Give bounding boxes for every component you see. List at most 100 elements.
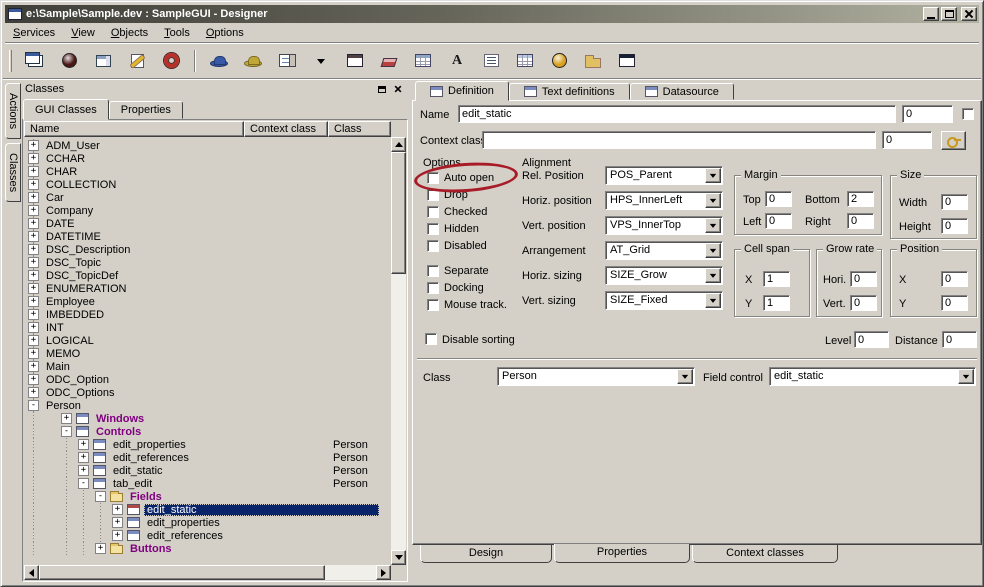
horiz-position-dropdown[interactable]: HPS_InnerLeft xyxy=(605,191,723,210)
tree-item-label[interactable]: ODC_Options xyxy=(43,387,117,399)
tree-row-employee[interactable]: + Employee xyxy=(24,295,391,308)
tree-item-label[interactable]: ENUMERATION xyxy=(43,283,129,295)
mouse-track-checkbox[interactable] xyxy=(427,299,439,311)
tree-row-fields[interactable]: -Fields xyxy=(24,490,391,503)
tree-expander[interactable]: + xyxy=(28,140,39,151)
vert-position-dropdown[interactable]: VPS_InnerTop xyxy=(605,216,723,235)
position-y-input[interactable] xyxy=(941,295,968,311)
tree-expander[interactable]: - xyxy=(28,400,39,411)
size-width-input[interactable] xyxy=(941,194,968,210)
disabled-checkbox[interactable] xyxy=(427,240,439,252)
tree-item-label[interactable]: tab_edit xyxy=(110,478,155,490)
tree-row-date[interactable]: +DATE xyxy=(24,217,391,230)
rel-position-dropdown[interactable]: POS_Parent xyxy=(605,166,723,185)
menu-item-tools[interactable]: Tools xyxy=(156,25,198,41)
dropdown-button[interactable] xyxy=(705,243,721,258)
level-input[interactable] xyxy=(854,331,889,348)
window-frame-button[interactable] xyxy=(614,48,640,74)
menu-item-services[interactable]: Services xyxy=(5,25,63,41)
tree-item-label[interactable]: DSC_Topic xyxy=(43,257,104,269)
vertical-scrollbar[interactable] xyxy=(391,137,406,565)
tree-expander[interactable]: + xyxy=(78,439,89,450)
horiz-sizing-dropdown[interactable]: SIZE_Grow xyxy=(605,266,723,285)
class-dropdown[interactable]: Person xyxy=(497,367,695,386)
grow-rate-horizontal-input[interactable] xyxy=(850,271,877,287)
dialog-window-button[interactable] xyxy=(342,48,368,74)
panel-close-button[interactable] xyxy=(390,83,405,96)
close-button[interactable] xyxy=(961,7,977,21)
dock-tab-properties[interactable]: Properties xyxy=(109,101,183,119)
name-input[interactable] xyxy=(458,105,896,123)
tree-row-adm-user[interactable]: +ADM_User xyxy=(24,139,391,152)
margin-left-input[interactable] xyxy=(765,213,792,229)
tree-expander[interactable]: + xyxy=(28,322,39,333)
field-dropdown-button[interactable] xyxy=(308,48,334,74)
tree-expander[interactable]: + xyxy=(61,413,72,424)
tree-row-memo[interactable]: +MEMO xyxy=(24,347,391,360)
tree-item-label[interactable]: edit_properties xyxy=(144,517,223,529)
tree-row-datetime[interactable]: +DATETIME xyxy=(24,230,391,243)
yellow-hat-button[interactable] xyxy=(240,48,266,74)
tree-expander[interactable]: + xyxy=(28,283,39,294)
hidden-checkbox[interactable] xyxy=(427,223,439,235)
tree-row-car[interactable]: +Car xyxy=(24,191,391,204)
tree-row-tab-edit[interactable]: -tab_editPerson xyxy=(24,477,391,490)
tree-row-edit-static[interactable]: +edit_staticPerson xyxy=(24,464,391,477)
vertical-scroll-thumb[interactable] xyxy=(391,152,406,274)
tree-row-odc-options[interactable]: +ODC_Options xyxy=(24,386,391,399)
tree-expander[interactable]: + xyxy=(78,452,89,463)
dock-tab-gui-classes[interactable]: GUI Classes xyxy=(23,99,109,120)
tree-row-char[interactable]: +CHAR xyxy=(24,165,391,178)
tree-item-label[interactable]: edit_static xyxy=(110,465,166,477)
tree-expander[interactable]: + xyxy=(28,192,39,203)
edit-sheet-button[interactable] xyxy=(124,48,150,74)
tree-expander[interactable]: + xyxy=(112,517,123,528)
tree-row-buttons[interactable]: +Buttons xyxy=(24,542,391,555)
toolbar-grip[interactable] xyxy=(9,50,12,72)
bottom-tab-design[interactable]: Design xyxy=(420,545,552,563)
tree-expander[interactable]: + xyxy=(28,296,39,307)
tree-expander[interactable]: + xyxy=(28,205,39,216)
tree-item-label[interactable]: IMBEDDED xyxy=(43,309,107,321)
tree-row-edit-properties[interactable]: + edit_properties xyxy=(24,516,391,529)
tree-expander[interactable]: - xyxy=(95,491,106,502)
cell-span-x-input[interactable] xyxy=(763,271,790,287)
tree-expander[interactable]: + xyxy=(28,218,39,229)
tree-item-label[interactable]: Person xyxy=(43,400,84,412)
tree-row-int[interactable]: +INT xyxy=(24,321,391,334)
tree-expander[interactable]: + xyxy=(112,504,123,515)
side-tab-classes[interactable]: Classes xyxy=(5,143,21,202)
menu-item-view[interactable]: View xyxy=(63,25,103,41)
tree-item-label[interactable]: Company xyxy=(43,205,96,217)
red-donut-button[interactable] xyxy=(158,48,184,74)
drop-checkbox[interactable] xyxy=(427,189,439,201)
context-class-input[interactable] xyxy=(482,131,876,149)
margin-right-input[interactable] xyxy=(847,213,874,229)
bottom-tab-properties[interactable]: Properties xyxy=(554,544,690,563)
gold-ball-button[interactable] xyxy=(546,48,572,74)
blue-hat-button[interactable] xyxy=(206,48,232,74)
tree-item-label[interactable]: Main xyxy=(43,361,73,373)
side-tab-actions[interactable]: Actions xyxy=(5,83,21,139)
context-class-number-input[interactable] xyxy=(882,131,932,149)
tree-expander[interactable]: + xyxy=(28,374,39,385)
dropdown-button[interactable] xyxy=(705,193,721,208)
tree-expander[interactable]: + xyxy=(28,361,39,372)
menu-item-objects[interactable]: Objects xyxy=(103,25,156,41)
column-header-context-class[interactable]: Context class xyxy=(244,121,328,137)
title-bar[interactable]: e:\Sample\Sample.dev : SampleGUI - Desig… xyxy=(5,5,979,23)
maximize-button[interactable] xyxy=(941,7,957,21)
tab-text-definitions[interactable]: Text definitions xyxy=(509,83,630,100)
new-form-button[interactable] xyxy=(22,48,48,74)
tree-expander[interactable]: + xyxy=(28,179,39,190)
tree-item-label[interactable]: LOGICAL xyxy=(43,335,97,347)
dropdown-button[interactable] xyxy=(705,268,721,283)
checked-checkbox[interactable] xyxy=(427,206,439,218)
tree-item-label[interactable]: COLLECTION xyxy=(43,179,119,191)
tab-definition[interactable]: Definition xyxy=(415,81,509,101)
tree-row-company[interactable]: + Company xyxy=(24,204,391,217)
tree-item-label[interactable]: Employee xyxy=(43,296,98,308)
table-button[interactable] xyxy=(410,48,436,74)
tree-item-label[interactable]: edit_references xyxy=(110,452,192,464)
distance-input[interactable] xyxy=(942,331,977,348)
